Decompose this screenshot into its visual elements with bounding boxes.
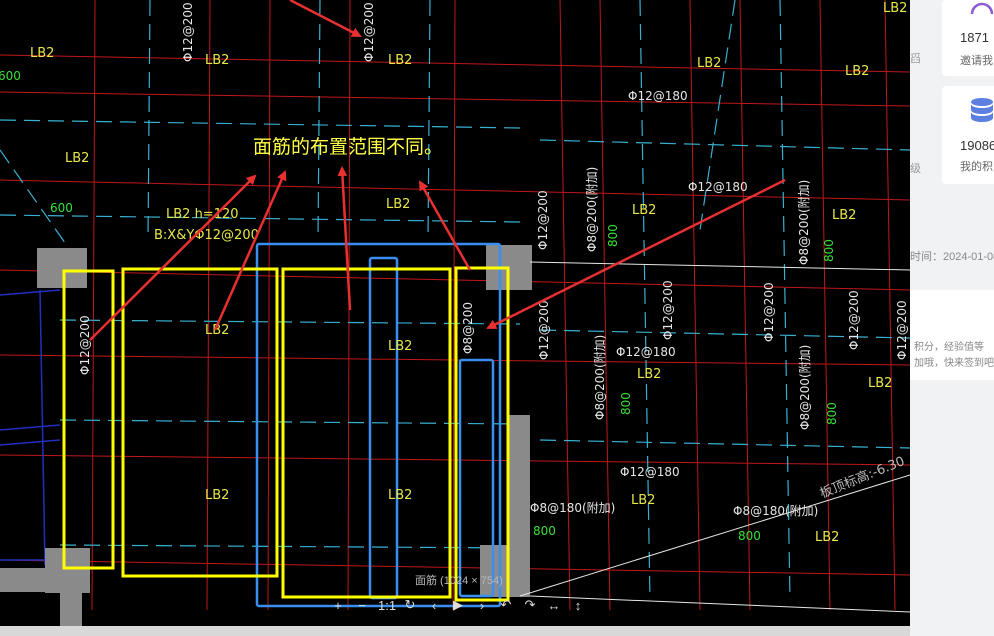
rebar-label: Φ8@200 xyxy=(461,302,475,354)
image-info: 面筋 (1024 × 754) xyxy=(415,575,503,587)
points-label: 我的积 xyxy=(960,161,993,173)
rebar-label: Φ8@200(附加) xyxy=(593,335,607,420)
slab-label: LB2 xyxy=(868,376,892,391)
prev-button[interactable]: ‹ xyxy=(426,598,442,613)
tip-line: 积分，经验值等 xyxy=(914,342,984,353)
rebar-label: Φ8@200(附加) xyxy=(797,180,811,265)
slab-label: LB2 xyxy=(388,339,412,354)
green-label: 800 xyxy=(619,392,633,415)
annotation-caption: 面筋的布置范围不同。 xyxy=(253,136,444,158)
tip-box: 积分，经验值等 加哦，快来签到吧 xyxy=(910,290,994,380)
green-label: 600 xyxy=(50,201,73,215)
arrow xyxy=(89,174,257,341)
actual-size-button[interactable]: 1:1 xyxy=(378,598,396,613)
slab-label: LB2 xyxy=(815,530,839,545)
flip-vertical-button[interactable]: ↕ xyxy=(570,598,586,613)
slab-note: LB2 h=120 xyxy=(166,207,239,222)
slab-note: B:X&YΦ12@200 xyxy=(154,228,259,243)
flip-horizontal-button[interactable]: ↔ xyxy=(546,598,562,613)
slab-label: LB2 xyxy=(388,488,412,503)
slab-label: LB2 xyxy=(832,208,856,223)
invite-label: 邀请我 xyxy=(960,55,993,67)
rotate-right-button[interactable]: ↷ xyxy=(522,597,538,613)
rebar-label: Φ12@200 xyxy=(895,300,909,360)
invite-card[interactable]: 1871 邀请我 xyxy=(942,0,994,76)
rebar-label: Φ12@180 xyxy=(628,89,688,103)
rebar-label: Φ12@200 xyxy=(847,290,861,350)
zoom-in-button[interactable]: + xyxy=(330,598,346,613)
rebar-label: Φ8@180(附加) xyxy=(733,504,818,518)
viewer-toolbar: + − 1:1 ↻ ‹ ▶ › ↶ ↷ ↔ ↕ xyxy=(330,596,586,614)
rebar-label: Φ12@180 xyxy=(616,345,676,359)
tip-line: 加哦，快来签到吧 xyxy=(914,358,994,369)
slab-label: LB2 xyxy=(632,203,656,218)
invite-icon xyxy=(970,2,994,15)
rebar-label: Φ12@200 xyxy=(762,282,776,342)
blue-outline xyxy=(0,289,61,566)
rebar-label: Φ12@200 xyxy=(537,300,551,360)
bottom-strip xyxy=(0,626,910,636)
slab-label: LB2 xyxy=(205,488,229,503)
green-label: 800 xyxy=(738,529,761,543)
slab-label: LB2 xyxy=(883,1,907,16)
rebar-label: Φ12@200 xyxy=(661,280,675,340)
points-count: 19086 xyxy=(960,138,994,153)
green-label: 800 xyxy=(825,402,839,425)
slab-label: LB2 xyxy=(388,53,412,68)
time-text: 时间：2024-01-08 xyxy=(910,251,994,263)
play-button[interactable]: ▶ xyxy=(450,597,466,613)
next-button[interactable]: › xyxy=(474,598,490,613)
zoom-out-button[interactable]: − xyxy=(354,598,370,613)
rebar-label: Φ12@200 xyxy=(181,2,195,62)
slab-label: LB2 xyxy=(30,46,54,61)
green-label: 800 xyxy=(606,224,620,247)
invite-count: 1871 xyxy=(960,30,989,45)
rotate-left-button[interactable]: ↶ xyxy=(498,597,514,613)
rebar-label: Φ12@180 xyxy=(620,465,680,479)
slab-label: LB2 xyxy=(631,493,655,508)
slab-label: LB2 xyxy=(697,56,721,71)
slab-label: LB2 xyxy=(65,151,89,166)
points-card[interactable]: 19086 我的积 xyxy=(942,86,994,184)
arrow xyxy=(213,170,287,331)
image-viewer[interactable]: LB2 LB2 LB2 LB2 LB2 LB2 LB2 LB2 LB2 LB2 … xyxy=(0,0,910,636)
reset-button[interactable]: ↻ xyxy=(402,597,418,613)
arrow xyxy=(418,180,472,271)
rebar-label: Φ12@200 xyxy=(536,190,550,250)
database-icon xyxy=(971,98,993,122)
rebar-label: Φ8@180(附加) xyxy=(530,501,615,515)
green-label: 800 xyxy=(533,524,556,538)
beam-outlines xyxy=(255,242,502,608)
cut-text: 级 xyxy=(910,163,921,175)
slab-label: LB2 xyxy=(637,367,661,382)
green-label: 600 xyxy=(0,69,21,83)
rebar-label: Φ8@200(附加) xyxy=(798,345,812,430)
rebar-label: Φ8@200(附加) xyxy=(585,167,599,252)
slab-label: LB2 xyxy=(845,64,869,79)
sidebar: 舀 1871 邀请我 级 19086 我的积 时间：2024-01-08 积分，… xyxy=(910,0,994,636)
rebar-label: Φ12@200 xyxy=(362,2,376,62)
cut-text: 舀 xyxy=(910,53,921,65)
slab-label: LB2 xyxy=(205,53,229,68)
cad-drawing: LB2 LB2 LB2 LB2 LB2 LB2 LB2 LB2 LB2 LB2 … xyxy=(0,0,910,626)
rebar-label: Φ12@180 xyxy=(688,180,748,194)
green-label: 800 xyxy=(822,239,836,262)
rebar-label: Φ12@200 xyxy=(78,315,92,375)
slab-label: LB2 xyxy=(386,197,410,212)
highlight-boxes xyxy=(62,266,510,602)
